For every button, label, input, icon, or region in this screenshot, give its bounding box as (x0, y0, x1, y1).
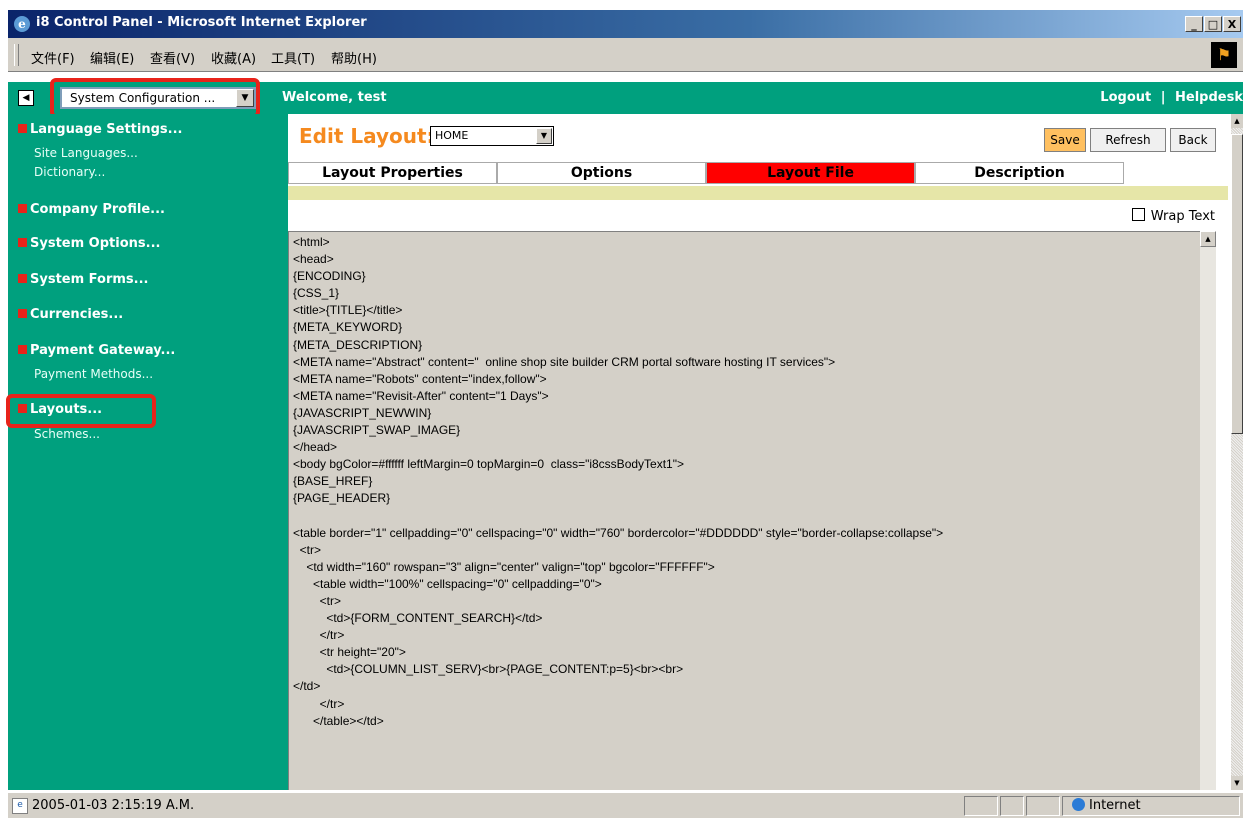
menu-edit[interactable]: 编辑(E) (90, 48, 134, 67)
sidebar-item-label: Language Settings... (30, 122, 183, 137)
bullet-icon (18, 274, 27, 283)
layout-code-textarea[interactable]: <html> <head> {ENCODING} {CSS_1} <title>… (288, 231, 1212, 790)
sidebar-subitem-payment-methods[interactable]: Payment Methods... (34, 367, 153, 381)
tab-options[interactable]: Options (497, 162, 706, 184)
status-pane (964, 796, 998, 816)
close-button[interactable]: X (1223, 16, 1241, 32)
back-arrow-icon[interactable]: ◀ (18, 90, 34, 106)
minimize-button[interactable]: _ (1185, 16, 1203, 32)
sidebar-item-company-profile[interactable]: Company Profile... (18, 202, 165, 217)
zone-label: Internet (1089, 798, 1141, 813)
link-separator: | (1160, 90, 1166, 105)
ie-logo-icon: e (14, 16, 30, 32)
bullet-icon (18, 309, 27, 318)
tab-content-strip (288, 186, 1228, 200)
tab-layout-properties[interactable]: Layout Properties (288, 162, 497, 184)
edit-layout-label: Edit Layout: (299, 124, 435, 148)
maximize-button[interactable]: □ (1204, 16, 1222, 32)
menu-tools[interactable]: 工具(T) (271, 48, 315, 67)
status-text: 2005-01-03 2:15:19 A.M. (32, 798, 195, 813)
bullet-icon (18, 204, 27, 213)
checkbox-icon[interactable] (1131, 208, 1145, 221)
scroll-down-arrow-icon[interactable]: ▼ (1231, 776, 1243, 790)
menu-bar: 文件(F) 编辑(E) 查看(V) 收藏(A) 工具(T) 帮助(H) ⚑ (8, 38, 1243, 72)
page-scrollbar[interactable]: ▲ ▼ (1231, 114, 1243, 790)
wrap-text-checkbox[interactable]: Wrap Text (1131, 208, 1215, 224)
menu-file[interactable]: 文件(F) (31, 48, 75, 67)
menu-favorites[interactable]: 收藏(A) (211, 48, 256, 67)
sidebar-item-payment-gateway[interactable]: Payment Gateway... (18, 343, 175, 358)
tab-bar: Layout Properties Options Layout File De… (288, 162, 1124, 184)
top-links: Logout | Helpdesk (1100, 90, 1243, 105)
status-bar: e 2005-01-03 2:15:19 A.M. Internet (8, 792, 1243, 818)
scroll-up-arrow-icon[interactable]: ▲ (1200, 231, 1216, 247)
layout-code-text: <html> <head> {ENCODING} {CSS_1} <title>… (293, 235, 944, 728)
windows-logo-icon: ⚑ (1211, 42, 1237, 68)
sidebar-item-language-settings[interactable]: Language Settings... (18, 122, 182, 137)
sidebar-subitem-site-languages[interactable]: Site Languages... (34, 146, 138, 160)
helpdesk-link[interactable]: Helpdesk (1175, 90, 1243, 105)
layout-select[interactable]: HOME ▼ (430, 126, 554, 146)
page-icon: e (12, 798, 28, 814)
security-zone: Internet (1072, 798, 1141, 813)
sidebar-item-label: System Options... (30, 236, 161, 251)
layout-select-value: HOME (435, 129, 469, 142)
sidebar-item-currencies[interactable]: Currencies... (18, 307, 123, 322)
tab-description[interactable]: Description (915, 162, 1124, 184)
bullet-icon (18, 238, 27, 247)
tab-layout-file[interactable]: Layout File (706, 162, 915, 184)
sidebar-item-label: Company Profile... (30, 202, 165, 217)
status-pane (1000, 796, 1024, 816)
sidebar-item-label: Currencies... (30, 307, 124, 322)
toolbar-grip (14, 44, 19, 66)
code-scrollbar[interactable]: ▲ (1200, 231, 1216, 790)
back-button[interactable]: Back (1170, 128, 1216, 152)
wrap-text-label: Wrap Text (1150, 209, 1215, 224)
main-panel: Edit Layout: HOME ▼ Save Refresh Back La… (288, 114, 1231, 790)
sidebar-item-label: Payment Gateway... (30, 343, 176, 358)
scroll-up-arrow-icon[interactable]: ▲ (1231, 114, 1243, 128)
welcome-text: Welcome, test (282, 90, 387, 105)
annotation-highlight (6, 394, 156, 428)
logout-link[interactable]: Logout (1100, 90, 1151, 105)
chevron-down-icon[interactable]: ▼ (536, 128, 552, 144)
scroll-thumb[interactable] (1231, 134, 1243, 434)
sidebar-item-system-forms[interactable]: System Forms... (18, 272, 148, 287)
window-title-bar: e i8 Control Panel - Microsoft Internet … (8, 10, 1243, 38)
globe-icon (1072, 798, 1085, 811)
save-button[interactable]: Save (1044, 128, 1086, 152)
sidebar-item-system-options[interactable]: System Options... (18, 236, 160, 251)
status-pane (1026, 796, 1060, 816)
bullet-icon (18, 124, 27, 133)
bullet-icon (18, 345, 27, 354)
refresh-button[interactable]: Refresh (1090, 128, 1166, 152)
sidebar: Language Settings... Site Languages... D… (8, 114, 288, 790)
window-title: i8 Control Panel - Microsoft Internet Ex… (36, 15, 367, 30)
sidebar-item-label: System Forms... (30, 272, 149, 287)
sidebar-subitem-dictionary[interactable]: Dictionary... (34, 165, 105, 179)
annotation-highlight (50, 78, 260, 118)
menu-help[interactable]: 帮助(H) (331, 48, 377, 67)
menu-view[interactable]: 查看(V) (150, 48, 195, 67)
sidebar-subitem-schemes[interactable]: Schemes... (34, 427, 100, 441)
